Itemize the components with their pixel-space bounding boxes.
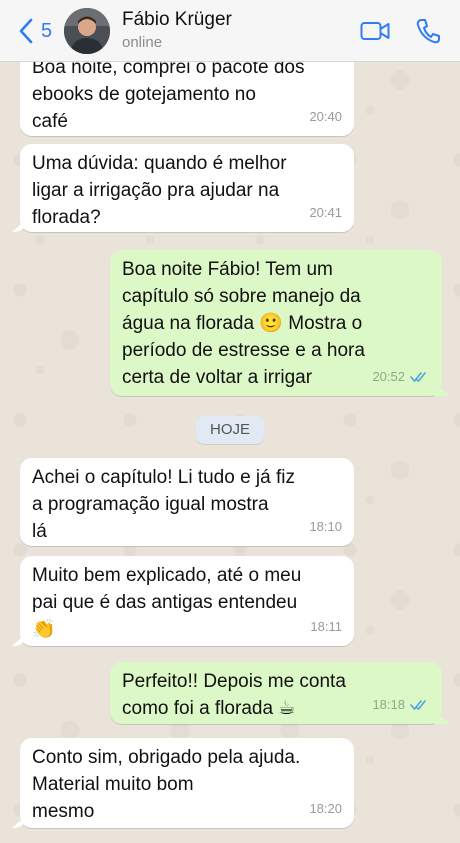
message-time: 20:41	[309, 205, 342, 220]
message-text: Muito bem explicado, até o meu pai que é…	[32, 565, 302, 640]
message-time: 18:18	[372, 697, 405, 712]
message-incoming[interactable]: Boa noite, comprei o pacote dos ebooks d…	[20, 62, 354, 136]
chevron-left-icon	[19, 18, 33, 44]
message-time: 18:11	[310, 619, 342, 634]
read-ticks-icon	[410, 699, 426, 710]
avatar[interactable]	[64, 8, 110, 54]
message-outgoing[interactable]: Perfeito!! Depois me conta como foi a fl…	[110, 662, 442, 724]
message-text: Conto sim, obrigado pela ajuda. Material…	[32, 747, 301, 822]
message-incoming[interactable]: Achei o capítulo! Li tudo e já fiz a pro…	[20, 458, 354, 546]
back-button[interactable]: 5	[18, 16, 52, 46]
phone-icon	[416, 19, 440, 44]
day-separator: HOJE	[196, 416, 264, 444]
video-call-button[interactable]	[360, 20, 390, 42]
message-text: Achei o capítulo! Li tudo e já fiz a pro…	[32, 467, 295, 542]
voice-call-button[interactable]	[416, 18, 440, 44]
message-time: 20:40	[309, 109, 342, 124]
message-incoming[interactable]: Uma dúvida: quando é melhor ligar a irri…	[20, 144, 354, 232]
message-time: 18:20	[309, 801, 342, 816]
message-text: Boa noite, comprei o pacote dos ebooks d…	[32, 62, 305, 132]
chat-header: 5 Fábio Krüger online	[0, 0, 460, 62]
contact-name[interactable]: Fábio Krüger	[122, 9, 232, 31]
video-call-icon	[360, 22, 390, 40]
message-incoming[interactable]: Conto sim, obrigado pela ajuda. Material…	[20, 738, 354, 828]
message-time: 20:52	[372, 369, 405, 384]
read-ticks-icon	[410, 371, 426, 382]
contact-status: online	[122, 34, 163, 51]
message-list[interactable]: Boa noite, comprei o pacote dos ebooks d…	[0, 62, 460, 843]
message-text: Uma dúvida: quando é melhor ligar a irri…	[32, 153, 287, 228]
message-outgoing[interactable]: Boa noite Fábio! Tem um capítulo só sobr…	[110, 250, 442, 396]
unread-count: 5	[41, 19, 53, 42]
message-incoming[interactable]: Muito bem explicado, até o meu pai que é…	[20, 556, 354, 646]
message-time: 18:10	[309, 519, 342, 534]
